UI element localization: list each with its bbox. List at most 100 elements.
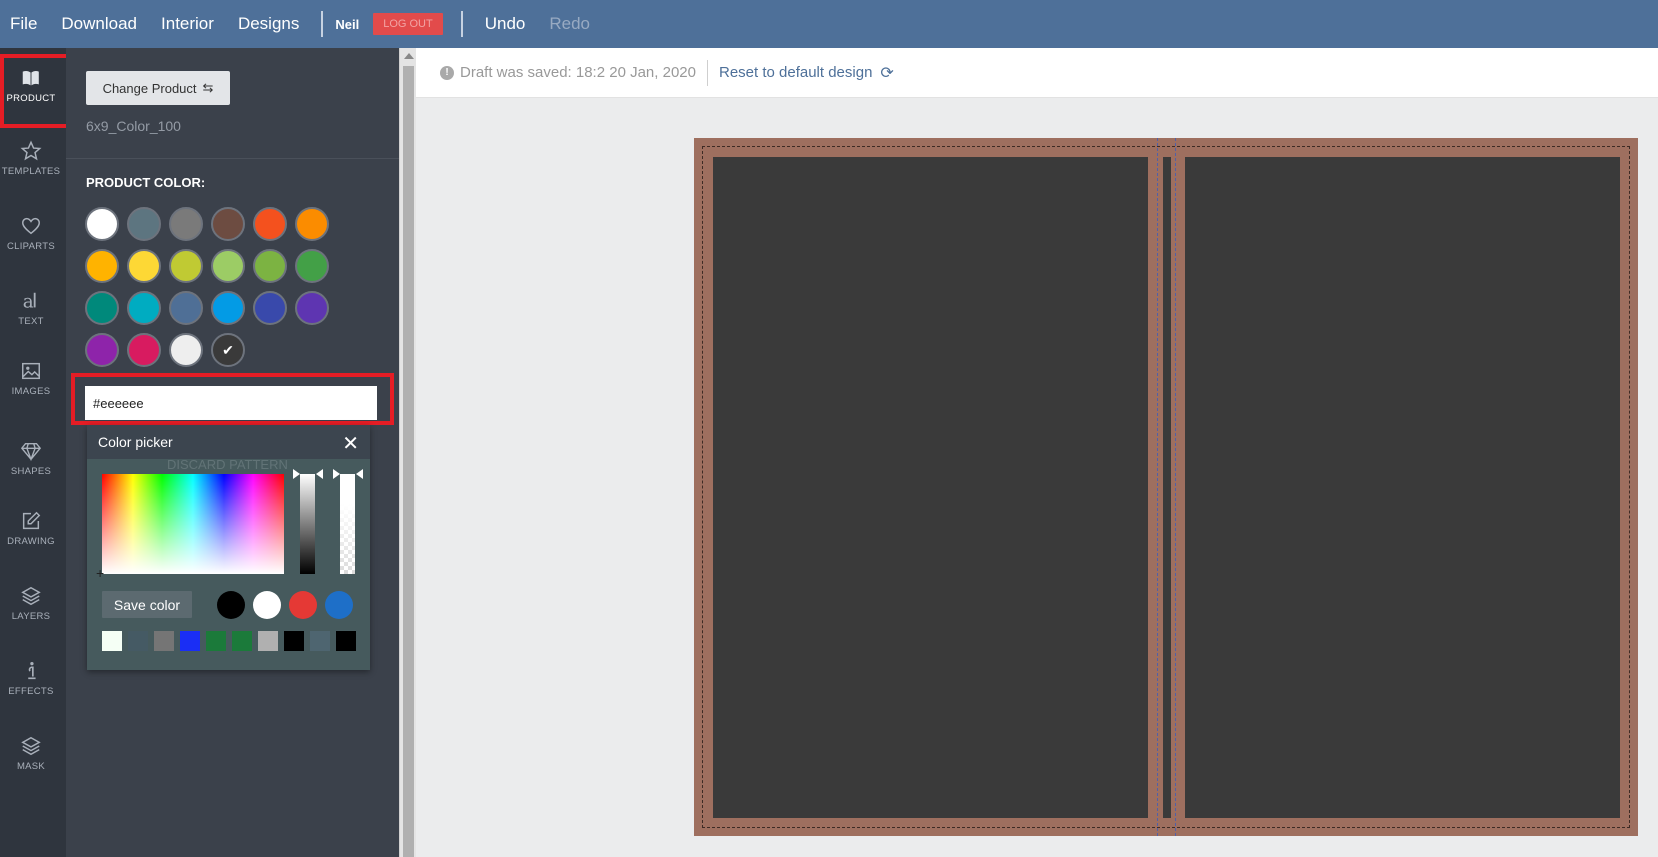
info-divider [706, 59, 708, 86]
check-icon: ✔ [222, 341, 234, 358]
color-picker-dialog: DISCARD PATTERN Color picker ✕ + Save co… [87, 425, 370, 670]
menu-divider [460, 11, 463, 37]
slider-handle-icon[interactable] [316, 469, 323, 479]
color-spectrum[interactable] [102, 474, 284, 574]
recent-color-swatch[interactable] [232, 631, 252, 651]
menu-interior[interactable]: Interior [151, 14, 228, 34]
color-swatch[interactable] [211, 249, 245, 283]
color-swatch[interactable] [253, 291, 287, 325]
slider-handle-icon[interactable] [356, 469, 363, 479]
color-swatch[interactable] [295, 249, 329, 283]
saved-color-swatch[interactable] [289, 591, 317, 619]
recent-color-swatch[interactable] [310, 631, 330, 651]
saved-color-swatch[interactable] [253, 591, 281, 619]
color-swatch[interactable] [85, 333, 119, 367]
top-menu-bar: File Download Interior Designs Neil LOG … [0, 0, 1658, 48]
refresh-icon[interactable]: ⟳ [880, 63, 893, 83]
undo-button[interactable]: Undo [475, 14, 540, 34]
slider-handle-icon[interactable] [293, 469, 300, 479]
product-panel: Change Product ⇆ 6x9_Color_100 PRODUCT C… [66, 48, 399, 857]
book-cover-canvas[interactable] [694, 138, 1638, 836]
color-swatch[interactable] [295, 291, 329, 325]
sidebar-item-label: TEMPLATES [1, 165, 61, 177]
color-swatch[interactable] [211, 291, 245, 325]
slider-handle-icon[interactable] [333, 469, 340, 479]
product-color-label: PRODUCT COLOR: [86, 175, 206, 190]
color-swatch[interactable] [127, 207, 161, 241]
close-icon[interactable]: ✕ [342, 431, 359, 456]
recent-color-swatch[interactable] [180, 631, 200, 651]
color-swatch[interactable] [253, 249, 287, 283]
front-cover-panel[interactable] [1185, 157, 1620, 818]
color-swatch[interactable] [211, 207, 245, 241]
color-picker-title: Color picker [98, 434, 173, 450]
save-color-button[interactable]: Save color [102, 591, 192, 618]
color-swatch[interactable] [169, 333, 203, 367]
panel-divider [66, 158, 399, 159]
scrollbar-thumb[interactable] [403, 66, 414, 857]
color-swatch[interactable] [169, 207, 203, 241]
sidebar-item-mask[interactable]: MASK [0, 718, 62, 788]
star-icon [20, 139, 42, 160]
sidebar-item-effects[interactable]: EFFECTS [0, 643, 62, 713]
color-swatch[interactable] [169, 249, 203, 283]
panel-scrollbar[interactable] [399, 48, 416, 857]
recent-color-swatch[interactable] [154, 631, 174, 651]
product-name: 6x9_Color_100 [86, 118, 181, 134]
color-swatch[interactable] [127, 333, 161, 367]
tool-sidebar: PRODUCT TEMPLATES CLIPARTS a TEXT IMAGES… [0, 48, 74, 857]
reset-design-link[interactable]: Reset to default design [719, 64, 872, 81]
back-cover-panel[interactable] [713, 157, 1148, 818]
color-swatch[interactable] [127, 291, 161, 325]
logout-button[interactable]: LOG OUT [373, 13, 443, 35]
saved-color-swatch[interactable] [325, 591, 353, 619]
sidebar-item-label: SHAPES [10, 465, 52, 477]
sidebar-item-templates[interactable]: TEMPLATES [0, 123, 62, 193]
sidebar-item-cliparts[interactable]: CLIPARTS [0, 198, 62, 268]
sidebar-item-product[interactable]: PRODUCT [0, 50, 74, 128]
sidebar-item-drawing[interactable]: DRAWING [0, 493, 62, 563]
scroll-up-icon[interactable] [404, 53, 414, 59]
heart-icon [22, 217, 40, 234]
menu-divider [321, 11, 324, 37]
info-icon: ! [440, 65, 454, 80]
menu-designs[interactable]: Designs [228, 14, 313, 34]
change-product-label: Change Product [102, 80, 197, 96]
menu-file[interactable]: File [0, 14, 51, 34]
recent-color-swatch[interactable] [128, 631, 148, 651]
sidebar-item-text[interactable]: a TEXT [0, 273, 62, 343]
hex-color-input[interactable] [85, 386, 377, 420]
recent-color-swatch[interactable] [284, 631, 304, 651]
color-swatch[interactable] [85, 207, 119, 241]
color-swatch[interactable] [169, 291, 203, 325]
color-swatch[interactable] [85, 249, 119, 283]
menu-download[interactable]: Download [51, 14, 151, 34]
sidebar-item-shapes[interactable]: SHAPES [0, 423, 62, 493]
sidebar-item-label: EFFECTS [8, 685, 54, 697]
sidebar-item-label: DRAWING [7, 535, 55, 547]
spine-panel[interactable] [1163, 157, 1171, 818]
user-name: Neil [335, 16, 360, 32]
color-swatch[interactable] [127, 249, 161, 283]
color-swatch[interactable] [295, 207, 329, 241]
alpha-slider[interactable] [340, 474, 355, 574]
sidebar-item-images[interactable]: IMAGES [0, 343, 62, 413]
color-swatch[interactable]: ✔ [211, 333, 245, 367]
luminance-slider[interactable] [300, 474, 315, 574]
color-swatch[interactable] [253, 207, 287, 241]
recent-color-swatch[interactable] [102, 631, 122, 651]
hex-input-highlight [71, 373, 394, 425]
svg-text:a: a [23, 291, 34, 312]
sidebar-item-layers[interactable]: LAYERS [0, 568, 62, 638]
redo-button[interactable]: Redo [539, 14, 604, 34]
layers-icon [21, 586, 41, 605]
color-swatch[interactable] [85, 291, 119, 325]
saved-color-swatch[interactable] [217, 591, 245, 619]
recent-color-swatch[interactable] [336, 631, 356, 651]
change-product-button[interactable]: Change Product ⇆ [86, 71, 230, 105]
sidebar-item-label: PRODUCT [6, 92, 56, 104]
recent-color-swatch[interactable] [258, 631, 278, 651]
recent-color-swatch[interactable] [206, 631, 226, 651]
text-icon: a [23, 291, 36, 312]
spectrum-cursor-icon[interactable]: + [96, 565, 104, 581]
